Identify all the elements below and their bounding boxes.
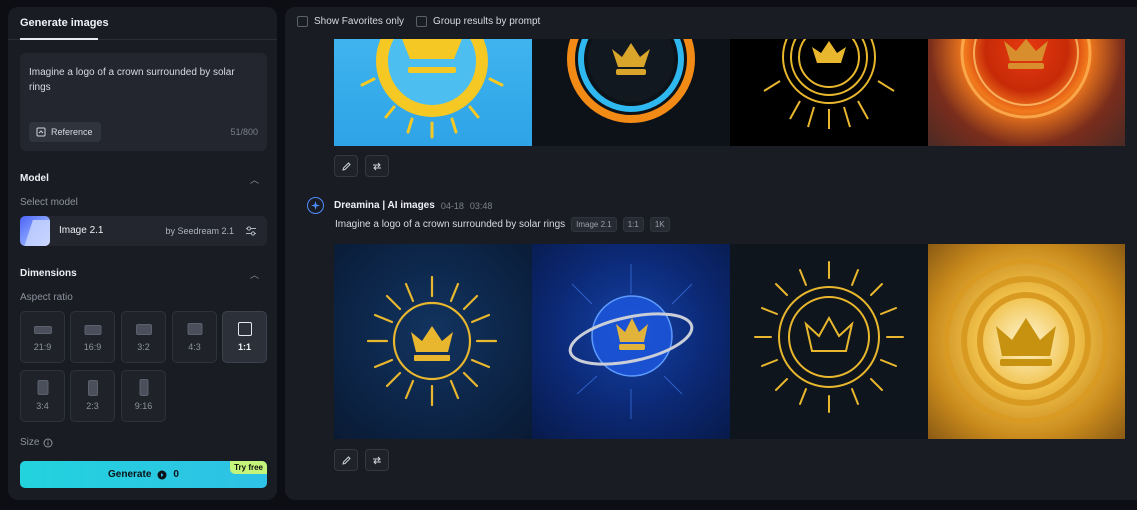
ratio-label: 16:9 (83, 342, 102, 352)
crown-sun-illustration (360, 39, 504, 139)
crown-ring-line-illustration (754, 261, 904, 413)
result-image[interactable] (532, 244, 730, 439)
ratio-shape (187, 323, 202, 335)
generation-header: Dreamina | AI images 04-18 03:48 (307, 197, 492, 214)
ratio-label: 3:2 (137, 342, 150, 352)
ratio-shape (84, 325, 101, 335)
ratio-4-3-button[interactable]: 4:3 (172, 311, 217, 363)
result-image[interactable] (532, 39, 730, 146)
aspect-ratio-label: Aspect ratio (20, 292, 73, 303)
generation-prompt: Imagine a logo of a crown surrounded by … (335, 219, 566, 230)
ratio-label: 1:1 (237, 342, 251, 352)
model-selector[interactable]: Image 2.1 by Seedream 2.1 (20, 216, 267, 246)
prompt-input[interactable]: Imagine a logo of a crown surrounded by … (29, 65, 254, 95)
edit-button[interactable] (334, 155, 358, 177)
resolution-tag: 1K (649, 217, 670, 232)
generation-prompt-row: Imagine a logo of a crown surrounded by … (335, 217, 670, 232)
prompt-box[interactable]: Imagine a logo of a crown surrounded by … (20, 53, 267, 151)
ratio-shape (33, 326, 52, 334)
try-free-badge: Try free (230, 461, 267, 474)
reference-label: Reference (51, 127, 93, 137)
results-panel: Show Favorites only Group results by pro… (285, 7, 1137, 500)
result-image[interactable] (334, 244, 532, 439)
ratio-16-9-button[interactable]: 16:9 (70, 311, 115, 363)
result-image[interactable] (928, 244, 1125, 439)
dreamina-logo-icon (307, 197, 324, 214)
ratio-1-1-button[interactable]: 1:1 (222, 311, 267, 363)
credit-icon (157, 470, 167, 479)
model-provider: by Seedream 2.1 (165, 226, 234, 236)
result-image[interactable] (730, 244, 928, 439)
info-icon[interactable] (43, 438, 53, 448)
model-section-title: Model (20, 173, 49, 184)
ratio-label: 2:3 (86, 401, 99, 411)
generate-label: Generate (108, 469, 152, 480)
source-name: Dreamina | AI images (334, 200, 435, 211)
repeat-icon (373, 456, 381, 464)
model-collapse-chevron-icon[interactable]: ︿ (250, 173, 259, 186)
tab-active-indicator (20, 38, 98, 40)
result-image[interactable] (928, 39, 1125, 146)
regenerate-button[interactable] (365, 155, 389, 177)
crown-fire-ring-illustration (960, 39, 1092, 119)
favorites-checkbox[interactable] (297, 16, 308, 27)
size-label: Size (20, 437, 40, 448)
generate-button[interactable]: Generate 0 Try free (20, 461, 267, 488)
tab-generate-images[interactable]: Generate images (20, 17, 109, 29)
ratio-21-9-button[interactable]: 21:9 (20, 311, 65, 363)
group-filter[interactable]: Group results by prompt (416, 16, 540, 27)
generate-panel: Generate images Imagine a logo of a crow… (8, 7, 277, 500)
ratio-3-4-button[interactable]: 3:4 (20, 370, 65, 422)
edit-button[interactable] (334, 449, 358, 471)
generation-date: 04-18 (440, 200, 464, 211)
crown-ring-illustration (567, 39, 695, 123)
model-name: Image 2.1 (59, 225, 104, 236)
reference-icon (36, 127, 46, 137)
ratio-9-16-button[interactable]: 9:16 (121, 370, 166, 422)
ratio-shape (139, 379, 148, 396)
ratio-shape (237, 322, 252, 336)
crown-sun-line-illustration (366, 275, 498, 407)
size-label-row: Size (20, 437, 53, 448)
ratio-shape (135, 324, 152, 335)
favorites-filter[interactable]: Show Favorites only (297, 16, 404, 27)
pencil-icon (341, 455, 351, 465)
ratio-tag: 1:1 (622, 217, 644, 232)
crown-sunburst-illustration (763, 39, 895, 129)
dimensions-collapse-chevron-icon[interactable]: ︿ (250, 268, 259, 281)
results-filters: Show Favorites only Group results by pro… (297, 16, 540, 27)
ratio-2-3-button[interactable]: 2:3 (70, 370, 115, 422)
generation-time: 03:48 (469, 200, 493, 211)
tab-bar: Generate images (8, 7, 277, 40)
ratio-label: 9:16 (134, 401, 153, 411)
group-filter-label: Group results by prompt (433, 16, 541, 27)
favorites-filter-label: Show Favorites only (314, 16, 405, 27)
repeat-icon (373, 162, 381, 170)
crown-gold-rings-illustration (943, 258, 1109, 424)
crown-orbit-illustration (568, 264, 694, 419)
result-image[interactable] (334, 39, 532, 146)
pencil-icon (341, 161, 351, 171)
reference-button[interactable]: Reference (29, 122, 101, 142)
model-settings-icon[interactable] (245, 225, 257, 237)
ratio-3-2-button[interactable]: 3:2 (121, 311, 166, 363)
ratio-shape (37, 380, 48, 395)
select-model-label: Select model (20, 197, 78, 208)
generate-cost: 0 (173, 469, 179, 480)
ratio-label: 3:4 (36, 401, 49, 411)
ratio-shape (87, 380, 98, 396)
group-checkbox[interactable] (416, 16, 428, 27)
dimensions-section-title: Dimensions (20, 268, 77, 279)
regenerate-button[interactable] (365, 449, 389, 471)
ratio-label: 4:3 (188, 342, 201, 352)
model-thumbnail (20, 216, 50, 246)
result-image[interactable] (730, 39, 928, 146)
ratio-label: 21:9 (33, 342, 52, 352)
model-tag: Image 2.1 (571, 217, 617, 232)
char-counter: 51/800 (230, 127, 258, 137)
